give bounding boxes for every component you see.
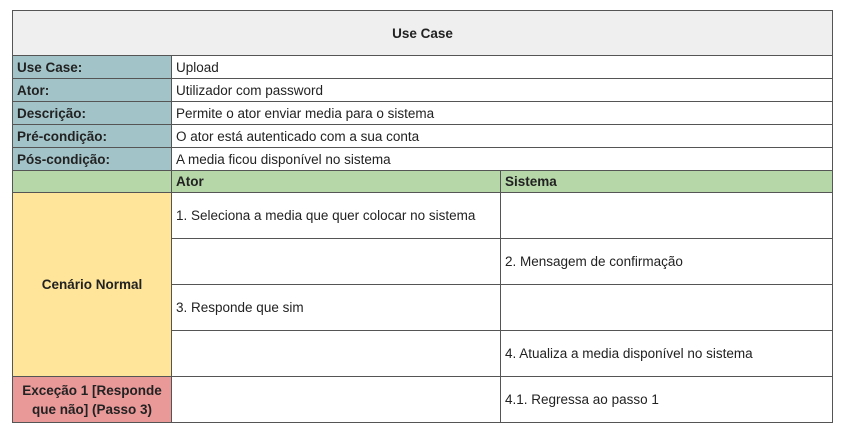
field-value: Permite o ator enviar media para o siste… (171, 101, 833, 125)
field-row-postcondition: Pós-condição: A media ficou disponível n… (12, 147, 833, 171)
field-value: O ator está autenticado com a sua conta (171, 124, 833, 148)
scenario-header-row: Ator Sistema (12, 170, 833, 193)
field-value: Upload (171, 55, 833, 79)
field-row-precondition: Pré-condição: O ator está autenticado co… (12, 124, 833, 148)
exception-label: Exceção 1 [Responde que não] (Passo 3) (12, 376, 172, 423)
exception-row: Exceção 1 [Responde que não] (Passo 3) 4… (12, 376, 833, 423)
field-value: Utilizador com password (171, 78, 833, 102)
field-row-description: Descrição: Permite o ator enviar media p… (12, 101, 833, 125)
table-title: Use Case (12, 10, 833, 56)
field-label: Ator: (12, 78, 172, 102)
system-step: 2. Mensagem de confirmação (500, 238, 833, 285)
exception-actor-step (171, 376, 501, 423)
field-label: Descrição: (12, 101, 172, 125)
field-value: A media ficou disponível no sistema (171, 147, 833, 171)
field-label: Pós-condição: (12, 147, 172, 171)
scenario-step-row: Cenário Normal 1. Seleciona a media que … (12, 192, 833, 377)
actor-step (171, 330, 501, 377)
normal-scenario-label: Cenário Normal (12, 192, 172, 377)
actor-step: 1. Seleciona a media que quer colocar no… (171, 192, 501, 239)
use-case-table: Use Case Use Case: Upload Ator: Utilizad… (12, 10, 833, 423)
field-row-use-case: Use Case: Upload (12, 55, 833, 79)
system-step: 4. Atualiza a media disponível no sistem… (500, 330, 833, 377)
header-system: Sistema (500, 170, 833, 193)
header-blank (12, 170, 172, 193)
system-step (500, 192, 833, 239)
field-label: Use Case: (12, 55, 172, 79)
system-step (500, 284, 833, 331)
field-label: Pré-condição: (12, 124, 172, 148)
actor-step: 3. Responde que sim (171, 284, 501, 331)
field-row-actor: Ator: Utilizador com password (12, 78, 833, 102)
header-actor: Ator (171, 170, 501, 193)
actor-step (171, 238, 501, 285)
exception-system-step: 4.1. Regressa ao passo 1 (500, 376, 833, 423)
